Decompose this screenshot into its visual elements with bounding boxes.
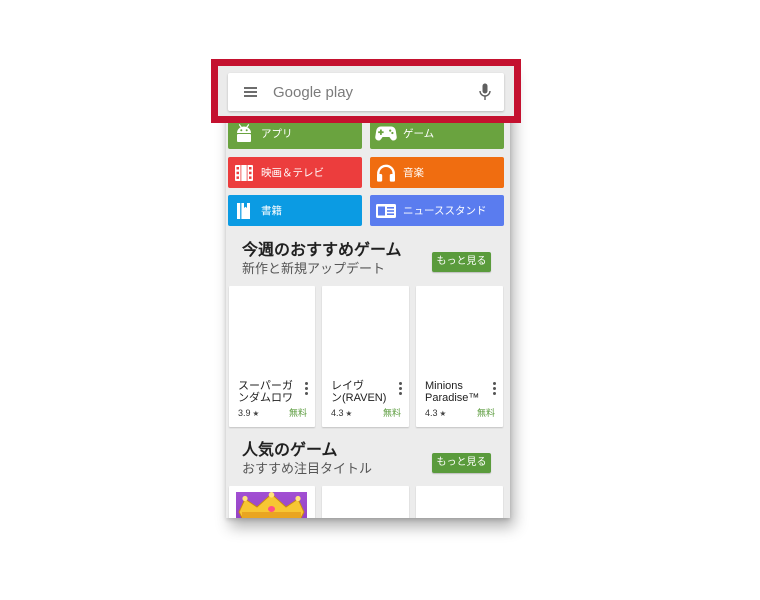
app-card[interactable] xyxy=(322,486,409,518)
app-rating: 4.3 xyxy=(425,408,446,419)
category-label: 映画＆テレビ xyxy=(261,167,324,179)
star-icon xyxy=(251,408,260,418)
category-label: 書籍 xyxy=(261,205,282,217)
app-title: Minions Paradise™ xyxy=(425,380,479,404)
app-rating: 4.3 xyxy=(331,408,352,419)
app-price: 無料 xyxy=(382,408,401,418)
app-card[interactable]: Minions Paradise™ 4.3 無料 xyxy=(416,286,503,427)
search-bar-highlight xyxy=(211,59,521,123)
app-price: 無料 xyxy=(288,408,307,418)
crown-icon xyxy=(236,492,307,518)
mic-icon[interactable] xyxy=(479,83,491,101)
category-newsstand[interactable]: ニューススタンド xyxy=(370,195,504,226)
section-subtitle: 新作と新規アップデート xyxy=(242,261,386,276)
rating-value: 4.3 xyxy=(425,408,438,418)
section-title: 今週のおすすめゲーム xyxy=(242,242,402,259)
more-vert-icon[interactable] xyxy=(304,382,309,395)
app-title-line: スーパーガ xyxy=(238,380,293,392)
app-card[interactable] xyxy=(416,486,503,518)
app-title-line: Paradise™ xyxy=(425,392,480,404)
phone-screen: アプリ ゲーム 映画＆テレビ 音楽 書籍 ニューススタンド 今週のおすすめゲーム… xyxy=(226,64,510,518)
app-title: レイヴ ン(RAVEN) xyxy=(331,380,386,404)
rating-value: 3.9 xyxy=(238,408,251,418)
see-more-button[interactable]: もっと見る xyxy=(432,252,491,272)
category-books[interactable]: 書籍 xyxy=(228,195,362,226)
app-price: 無料 xyxy=(476,408,495,418)
see-more-button[interactable]: もっと見る xyxy=(432,453,491,473)
search-input[interactable] xyxy=(273,73,468,111)
section-subtitle: おすすめ注目タイトル xyxy=(242,461,373,476)
more-vert-icon[interactable] xyxy=(492,382,497,395)
app-card[interactable]: レイヴ ン(RAVEN) 4.3 無料 xyxy=(322,286,409,427)
android-icon xyxy=(233,124,255,142)
app-rating: 3.9 xyxy=(238,408,259,419)
app-title: スーパーガ ンダムロワ xyxy=(238,380,293,404)
category-label: ニューススタンド xyxy=(403,205,487,217)
app-title-line: レイヴ xyxy=(331,380,364,392)
menu-icon[interactable] xyxy=(244,87,257,97)
film-icon xyxy=(233,164,255,182)
headphones-icon xyxy=(375,164,397,182)
gamepad-icon xyxy=(375,124,397,142)
app-card[interactable]: スーパーガ ンダムロワ 3.9 無料 xyxy=(229,286,315,427)
star-icon xyxy=(344,408,353,418)
app-title-line: ン(RAVEN) xyxy=(331,392,387,404)
more-vert-icon[interactable] xyxy=(398,382,403,395)
app-title-line: Minions xyxy=(425,380,463,392)
app-card[interactable] xyxy=(229,486,315,518)
section-title: 人気のゲーム xyxy=(242,442,338,459)
app-title-line: ンダムロワ xyxy=(238,392,293,404)
star-icon xyxy=(438,408,447,418)
book-icon xyxy=(233,202,255,220)
search-bar[interactable] xyxy=(228,73,504,111)
category-label: 音楽 xyxy=(403,167,424,179)
newspaper-icon xyxy=(375,202,397,220)
rating-value: 4.3 xyxy=(331,408,344,418)
category-music[interactable]: 音楽 xyxy=(370,157,504,188)
category-movies-tv[interactable]: 映画＆テレビ xyxy=(228,157,362,188)
